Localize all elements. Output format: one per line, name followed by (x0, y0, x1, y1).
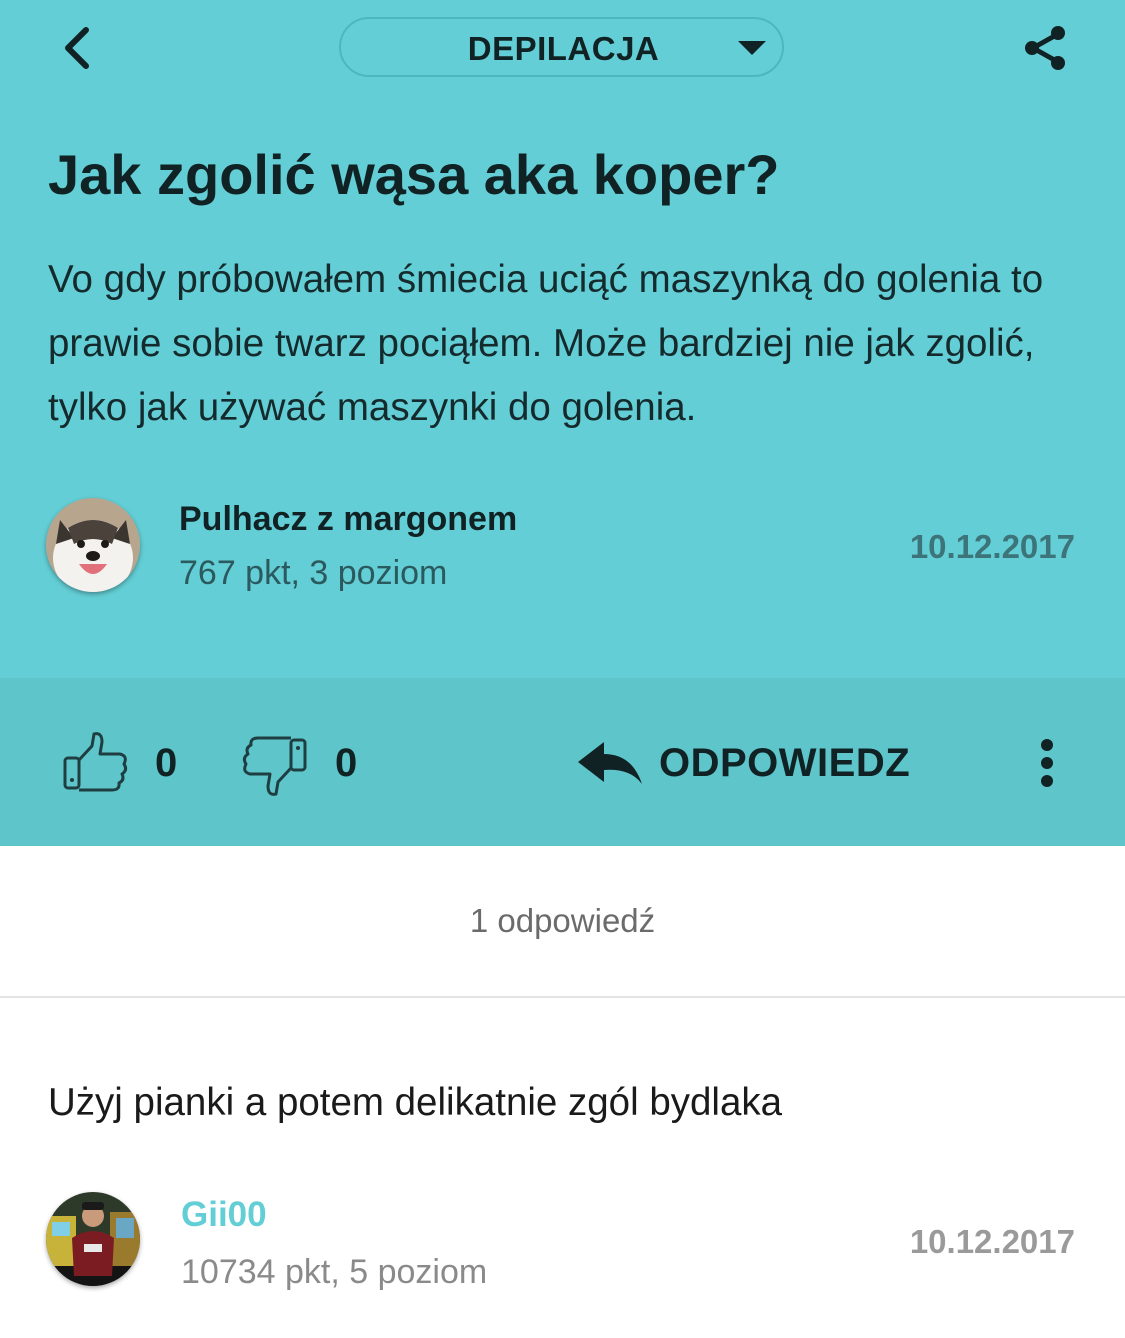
more-vertical-icon (1041, 739, 1053, 787)
question-header: DEPILACJA Jak zgolić wąsa aka koper? Vo … (0, 0, 1125, 678)
answer-author-points-level: 10734 pkt, 5 poziom (181, 1253, 488, 1291)
caret-down-icon (738, 41, 766, 55)
dislike-count: 0 (335, 741, 358, 785)
question-action-bar: 0 0 ODPOWIEDZ (0, 678, 1125, 846)
divider (0, 996, 1125, 998)
more-options-button[interactable] (1030, 736, 1064, 792)
reply-arrow-icon (578, 742, 642, 784)
chevron-left-icon (65, 27, 89, 69)
answer-author-avatar[interactable] (46, 1192, 140, 1286)
thumb-down-icon (242, 736, 307, 796)
thumb-up-icon (63, 732, 128, 792)
question-date: 10.12.2017 (909, 528, 1075, 565)
like-count: 0 (155, 741, 178, 785)
reply-label[interactable]: ODPOWIEDZ (659, 738, 910, 788)
answers-count: 1 odpowiedź (469, 902, 656, 939)
share-button[interactable] (1020, 22, 1072, 74)
person-photo-avatar (46, 1192, 140, 1286)
dislike-button[interactable] (240, 734, 308, 798)
category-dropdown[interactable]: DEPILACJA (339, 17, 784, 77)
question-body: Vo gdy próbowałem śmiecia uciąć maszynką… (48, 258, 1044, 429)
category-label: DEPILACJA (467, 30, 660, 67)
like-button[interactable] (62, 730, 130, 794)
question-title: Jak zgolić wąsa aka koper? (48, 143, 780, 206)
answer-date: 10.12.2017 (909, 1223, 1075, 1260)
answer-author-name[interactable]: Gii00 (181, 1193, 267, 1237)
share-icon (1025, 26, 1065, 70)
author-name[interactable]: Pulhacz z margonem (179, 498, 517, 540)
husky-dog-avatar (46, 498, 140, 592)
back-button[interactable] (52, 22, 104, 74)
author-points-level: 767 pkt, 3 poziom (179, 554, 448, 592)
answer-text: Użyj pianki a potem delikatnie zgól bydl… (48, 1081, 783, 1124)
author-avatar[interactable] (46, 498, 140, 592)
